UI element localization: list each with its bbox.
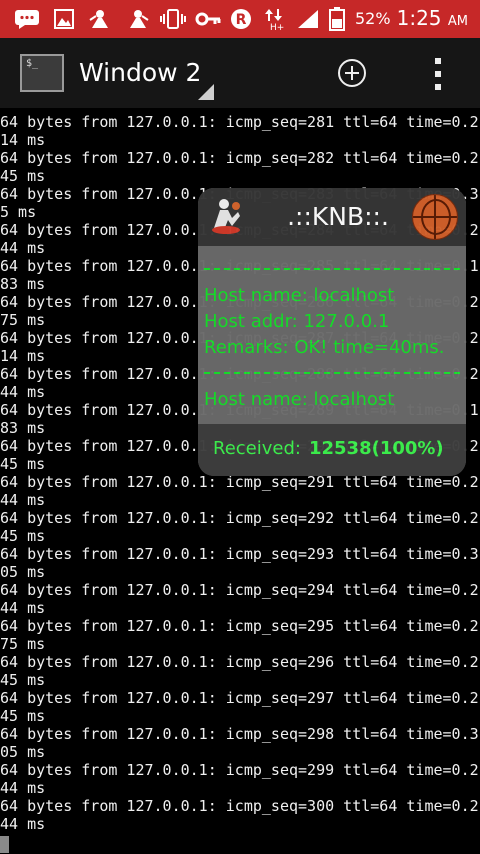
terminal-line: 14 ms — [0, 131, 46, 149]
host-addr: Host addr: 127.0.0.1 — [204, 311, 390, 332]
terminal-line: 45 ms — [0, 527, 46, 545]
data-arrows-icon: H+ — [262, 8, 286, 31]
terminal-line: 44 ms — [0, 239, 46, 257]
host-name: Host name: localhost — [204, 285, 395, 306]
gallery-icon — [54, 8, 74, 30]
signal-icon — [296, 8, 320, 30]
window-title[interactable]: Window 2 — [79, 58, 201, 87]
terminal-line: 5 ms — [0, 203, 37, 221]
terminal-line: 64 bytes from 127.0.0.1: icmp_seq=295 tt… — [0, 617, 479, 635]
terminal-line: 83 ms — [0, 419, 46, 437]
terminal-app-icon[interactable]: $_ — [20, 54, 64, 92]
terminal-line: 44 ms — [0, 779, 46, 797]
terminal-line: 64 bytes from 127.0.0.1: icmp_seq=297 tt… — [0, 689, 479, 707]
window-dropdown-icon[interactable] — [198, 84, 214, 100]
terminal-line: 64 bytes from 127.0.0.1: icmp_seq=292 tt… — [0, 509, 479, 527]
clock-meridiem: AM — [447, 14, 468, 29]
terminal-line: 83 ms — [0, 275, 46, 293]
vibrate-icon — [160, 8, 186, 30]
knb-header: .::KNB::. — [198, 188, 466, 246]
clock-time: 1:25 — [396, 6, 442, 30]
terminal-line: 75 ms — [0, 635, 46, 653]
received-value: 12538(100%) — [308, 438, 444, 459]
terminal-line: 45 ms — [0, 455, 46, 473]
app-icon-1 — [88, 8, 112, 30]
terminal-line: 45 ms — [0, 167, 46, 185]
terminal-cursor — [0, 836, 9, 853]
knb-title: .::KNB::. — [287, 202, 389, 231]
svg-text:H+: H+ — [270, 23, 284, 31]
received-label: Received: — [213, 438, 301, 459]
status-bar: R H+ 52% 1:25 AM — [0, 0, 480, 38]
terminal-line: 05 ms — [0, 743, 46, 761]
app-icon-2 — [126, 8, 150, 30]
svg-text:R: R — [236, 12, 247, 28]
clock: 1:25 AM — [397, 6, 468, 30]
terminal-line: 64 bytes from 127.0.0.1: icmp_seq=300 tt… — [0, 797, 479, 815]
battery-percent: 52% — [355, 9, 391, 28]
received-status: Received: 12538(100%) — [213, 438, 444, 459]
terminal-line: 05 ms — [0, 563, 46, 581]
terminal-line: 14 ms — [0, 347, 46, 365]
terminal-line: 64 bytes from 127.0.0.1: icmp_seq=294 tt… — [0, 581, 479, 599]
terminal-line: 64 bytes from 127.0.0.1: icmp_seq=298 tt… — [0, 725, 479, 743]
terminal-line: 44 ms — [0, 599, 46, 617]
terminal-line: 44 ms — [0, 815, 46, 833]
key-icon — [195, 8, 221, 30]
r-icon: R — [230, 8, 252, 30]
terminal-line: 44 ms — [0, 491, 46, 509]
plus-circle-icon[interactable] — [338, 59, 366, 87]
terminal-line: 45 ms — [0, 707, 46, 725]
knb-logo-icon — [206, 196, 246, 236]
terminal-line: 45 ms — [0, 671, 46, 689]
terminal-line: 64 bytes from 127.0.0.1: icmp_seq=281 tt… — [0, 113, 479, 131]
terminal-line: 64 bytes from 127.0.0.1: icmp_seq=299 tt… — [0, 761, 479, 779]
message-icon — [14, 8, 40, 30]
separator — [204, 372, 460, 374]
terminal-line: 64 bytes from 127.0.0.1: icmp_seq=282 tt… — [0, 149, 479, 167]
terminal-line: 44 ms — [0, 383, 46, 401]
overflow-menu-icon[interactable] — [428, 58, 446, 90]
knb-footer: Received: 12538(100%) — [198, 424, 466, 476]
battery-icon — [329, 7, 345, 31]
terminal-line: 64 bytes from 127.0.0.1: icmp_seq=293 tt… — [0, 545, 479, 563]
host-name: Host name: localhost — [204, 389, 395, 410]
app-bar: $_ Window 2 — [0, 38, 480, 108]
terminal-line: 64 bytes from 127.0.0.1: icmp_seq=296 tt… — [0, 653, 479, 671]
basketball-icon — [412, 194, 458, 240]
remarks: Remarks: OK! time=40ms. — [204, 337, 445, 358]
separator — [204, 268, 460, 270]
terminal-line: 75 ms — [0, 311, 46, 329]
knb-widget[interactable]: .::KNB::. Host name: localhost Host addr… — [198, 188, 466, 476]
